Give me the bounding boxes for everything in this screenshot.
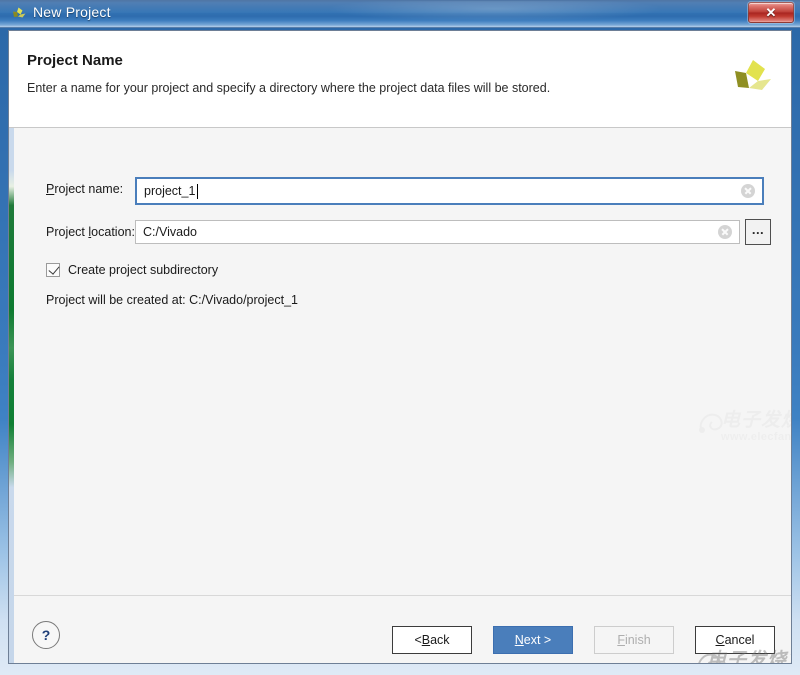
project-name-label-text: roject name: <box>54 182 123 196</box>
close-button[interactable]: ✕ <box>748 2 794 23</box>
dialog-header: Project Name Enter a name for your proje… <box>9 31 791 128</box>
clear-circle-icon[interactable] <box>741 184 755 198</box>
finish-mnemonic: F <box>617 633 625 647</box>
question-mark-icon: ? <box>33 622 59 648</box>
finish-label-post: inish <box>625 633 651 647</box>
back-button[interactable]: < Back <box>392 626 472 654</box>
project-name-value: project_1 <box>144 184 195 198</box>
dialog-window: New Project ✕ Project Name Enter a name … <box>0 0 800 675</box>
back-label-post: ack <box>430 633 449 647</box>
footer-separator <box>14 595 791 596</box>
back-label-pre: < <box>414 633 421 647</box>
title-bar: New Project ✕ <box>0 0 800 28</box>
vivado-pinwheel-icon <box>10 6 27 23</box>
dialog-client-area: Project Name Enter a name for your proje… <box>8 30 792 664</box>
project-name-input[interactable]: project_1 <box>135 177 764 205</box>
cancel-button[interactable]: Cancel <box>695 626 775 654</box>
watermark-mid: 电子发烧友 www.elecfans.com <box>695 403 792 455</box>
project-name-label: Project name: <box>46 182 123 196</box>
titlebar-highlight <box>330 1 660 21</box>
close-icon: ✕ <box>749 3 793 22</box>
create-subdirectory-label: Create project subdirectory <box>68 263 218 277</box>
xilinx-pinwheel-logo <box>727 57 773 103</box>
next-mnemonic: N <box>515 633 524 647</box>
finish-button: Finish <box>594 626 674 654</box>
window-title: New Project <box>33 4 111 20</box>
project-location-label-text: ocation: <box>91 225 135 239</box>
project-location-label: Project location: <box>46 225 135 239</box>
project-location-label-pre: Project <box>46 225 88 239</box>
watermark-swirl-icon <box>697 409 727 435</box>
next-label-post: ext > <box>524 633 551 647</box>
page-subtitle: Enter a name for your project and specif… <box>27 81 550 95</box>
project-created-at-text: Project will be created at: C:/Vivado/pr… <box>46 293 298 307</box>
project-location-value: C:/Vivado <box>143 225 197 239</box>
page-title: Project Name <box>27 52 123 69</box>
browse-directory-button[interactable]: ... <box>745 219 771 245</box>
text-caret <box>197 184 198 199</box>
project-location-input[interactable]: C:/Vivado <box>135 220 740 244</box>
create-subdirectory-checkbox[interactable] <box>46 263 60 277</box>
watermark-url-text: www.elecfans.com <box>721 431 792 443</box>
cancel-mnemonic: C <box>716 633 725 647</box>
watermark-cn-text: 电子发烧友 <box>721 405 792 432</box>
create-subdirectory-row[interactable]: Create project subdirectory <box>46 261 218 278</box>
cancel-label-post: ancel <box>725 633 755 647</box>
next-button[interactable]: Next > <box>493 626 573 654</box>
help-button[interactable]: ? <box>32 621 60 649</box>
ellipsis-icon: ... <box>746 217 770 241</box>
back-mnemonic: B <box>422 633 430 647</box>
clear-circle-icon[interactable] <box>718 225 732 239</box>
